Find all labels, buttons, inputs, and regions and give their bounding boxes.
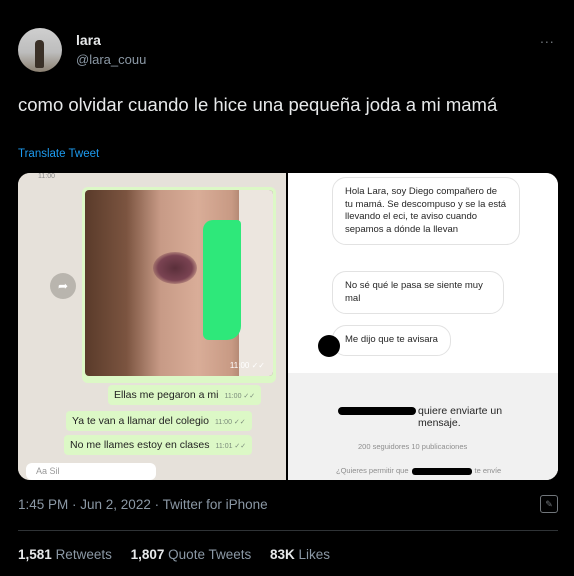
user-handle[interactable]: @lara_couu xyxy=(76,52,146,67)
account-stats: 200 seguidores 10 publicaciones xyxy=(358,442,468,451)
read-check-icon: ✓✓ xyxy=(251,361,265,370)
chat-bubble: No me llames estoy en clases 11:01 ✓✓ xyxy=(64,435,253,455)
avatar[interactable] xyxy=(18,28,62,72)
compose-icon[interactable]: ✎ xyxy=(540,495,558,513)
chat-bubble: Ya te van a llamar del colegio 11:00 ✓✓ xyxy=(66,411,252,431)
translate-tweet-link[interactable]: Translate Tweet xyxy=(18,148,99,160)
display-name[interactable]: lara xyxy=(76,32,101,48)
green-scribble xyxy=(203,220,241,340)
more-icon[interactable]: ... xyxy=(540,30,555,46)
photo-message: 11:00 ✓✓ xyxy=(82,187,276,383)
tweet-text: como olvidar cuando le hice una pequeña … xyxy=(18,94,498,115)
tweet-media[interactable]: 11:00 ➦ 11:00 ✓✓ Ellas me pegaron a mi 11… xyxy=(18,173,558,480)
dm-bubble: Hola Lara, soy Diego compañero de tu mam… xyxy=(332,177,520,245)
top-timestamp: 11:00 xyxy=(38,173,55,180)
request-text: quiere enviarte un mensaje. xyxy=(418,405,503,429)
instagram-screenshot: Hola Lara, soy Diego compañero de tu mam… xyxy=(288,173,558,480)
tweet-timestamp[interactable]: 1:45 PM · Jun 2, 2022 · Twitter for iPho… xyxy=(18,497,268,512)
sender-avatar xyxy=(318,335,340,357)
dm-bubble: Me dijo que te avisara xyxy=(332,325,451,356)
face-photo: 11:00 ✓✓ xyxy=(85,190,273,376)
message-input: Aa Sil xyxy=(26,463,156,480)
photo-time: 11:00 ✓✓ xyxy=(229,361,265,370)
chat-bubble: Ellas me pegaron a mi 11:00 ✓✓ xyxy=(108,385,262,405)
dm-bubble: No sé qué le pasa se siente muy mal xyxy=(332,271,504,314)
whatsapp-screenshot: 11:00 ➦ 11:00 ✓✓ Ellas me pegaron a mi 11… xyxy=(18,173,286,480)
permit-text: ¿Quieres permitir que te envíe xyxy=(336,466,502,475)
likes-count[interactable]: 83K Likes xyxy=(270,547,330,562)
engagement-stats: 1,581 Retweets 1,807 Quote Tweets 83K Li… xyxy=(18,547,330,562)
divider xyxy=(18,530,558,531)
redaction-bar xyxy=(338,407,416,415)
share-icon[interactable]: ➦ xyxy=(50,273,76,299)
bruise-mark xyxy=(153,252,197,284)
quote-tweets-count[interactable]: 1,807 Quote Tweets xyxy=(131,547,252,562)
retweets-count[interactable]: 1,581 Retweets xyxy=(18,547,112,562)
